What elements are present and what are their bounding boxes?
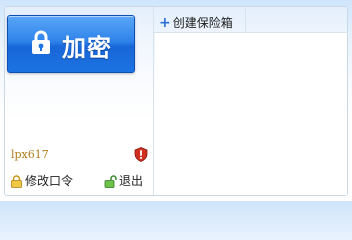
lock-icon <box>32 30 50 54</box>
encrypt-button-label: 加密 <box>62 34 112 62</box>
padlock-icon <box>11 175 22 188</box>
create-box-button[interactable]: + 创建保险箱 <box>159 14 233 31</box>
unlock-icon <box>104 175 117 188</box>
change-password-label: 修改口令 <box>25 174 74 188</box>
shield-icon[interactable] <box>134 147 148 162</box>
vault-list-area <box>155 33 347 195</box>
username: lpx617 <box>11 148 49 161</box>
plus-icon: + <box>159 15 171 31</box>
create-box-label: 创建保险箱 <box>172 16 233 30</box>
toolbar-divider <box>245 8 246 32</box>
change-password-link[interactable]: 修改口令 <box>10 172 73 189</box>
logout-link[interactable]: 退出 <box>104 172 143 189</box>
logout-label: 退出 <box>119 174 144 188</box>
encrypt-button[interactable]: 加密 <box>7 15 135 73</box>
